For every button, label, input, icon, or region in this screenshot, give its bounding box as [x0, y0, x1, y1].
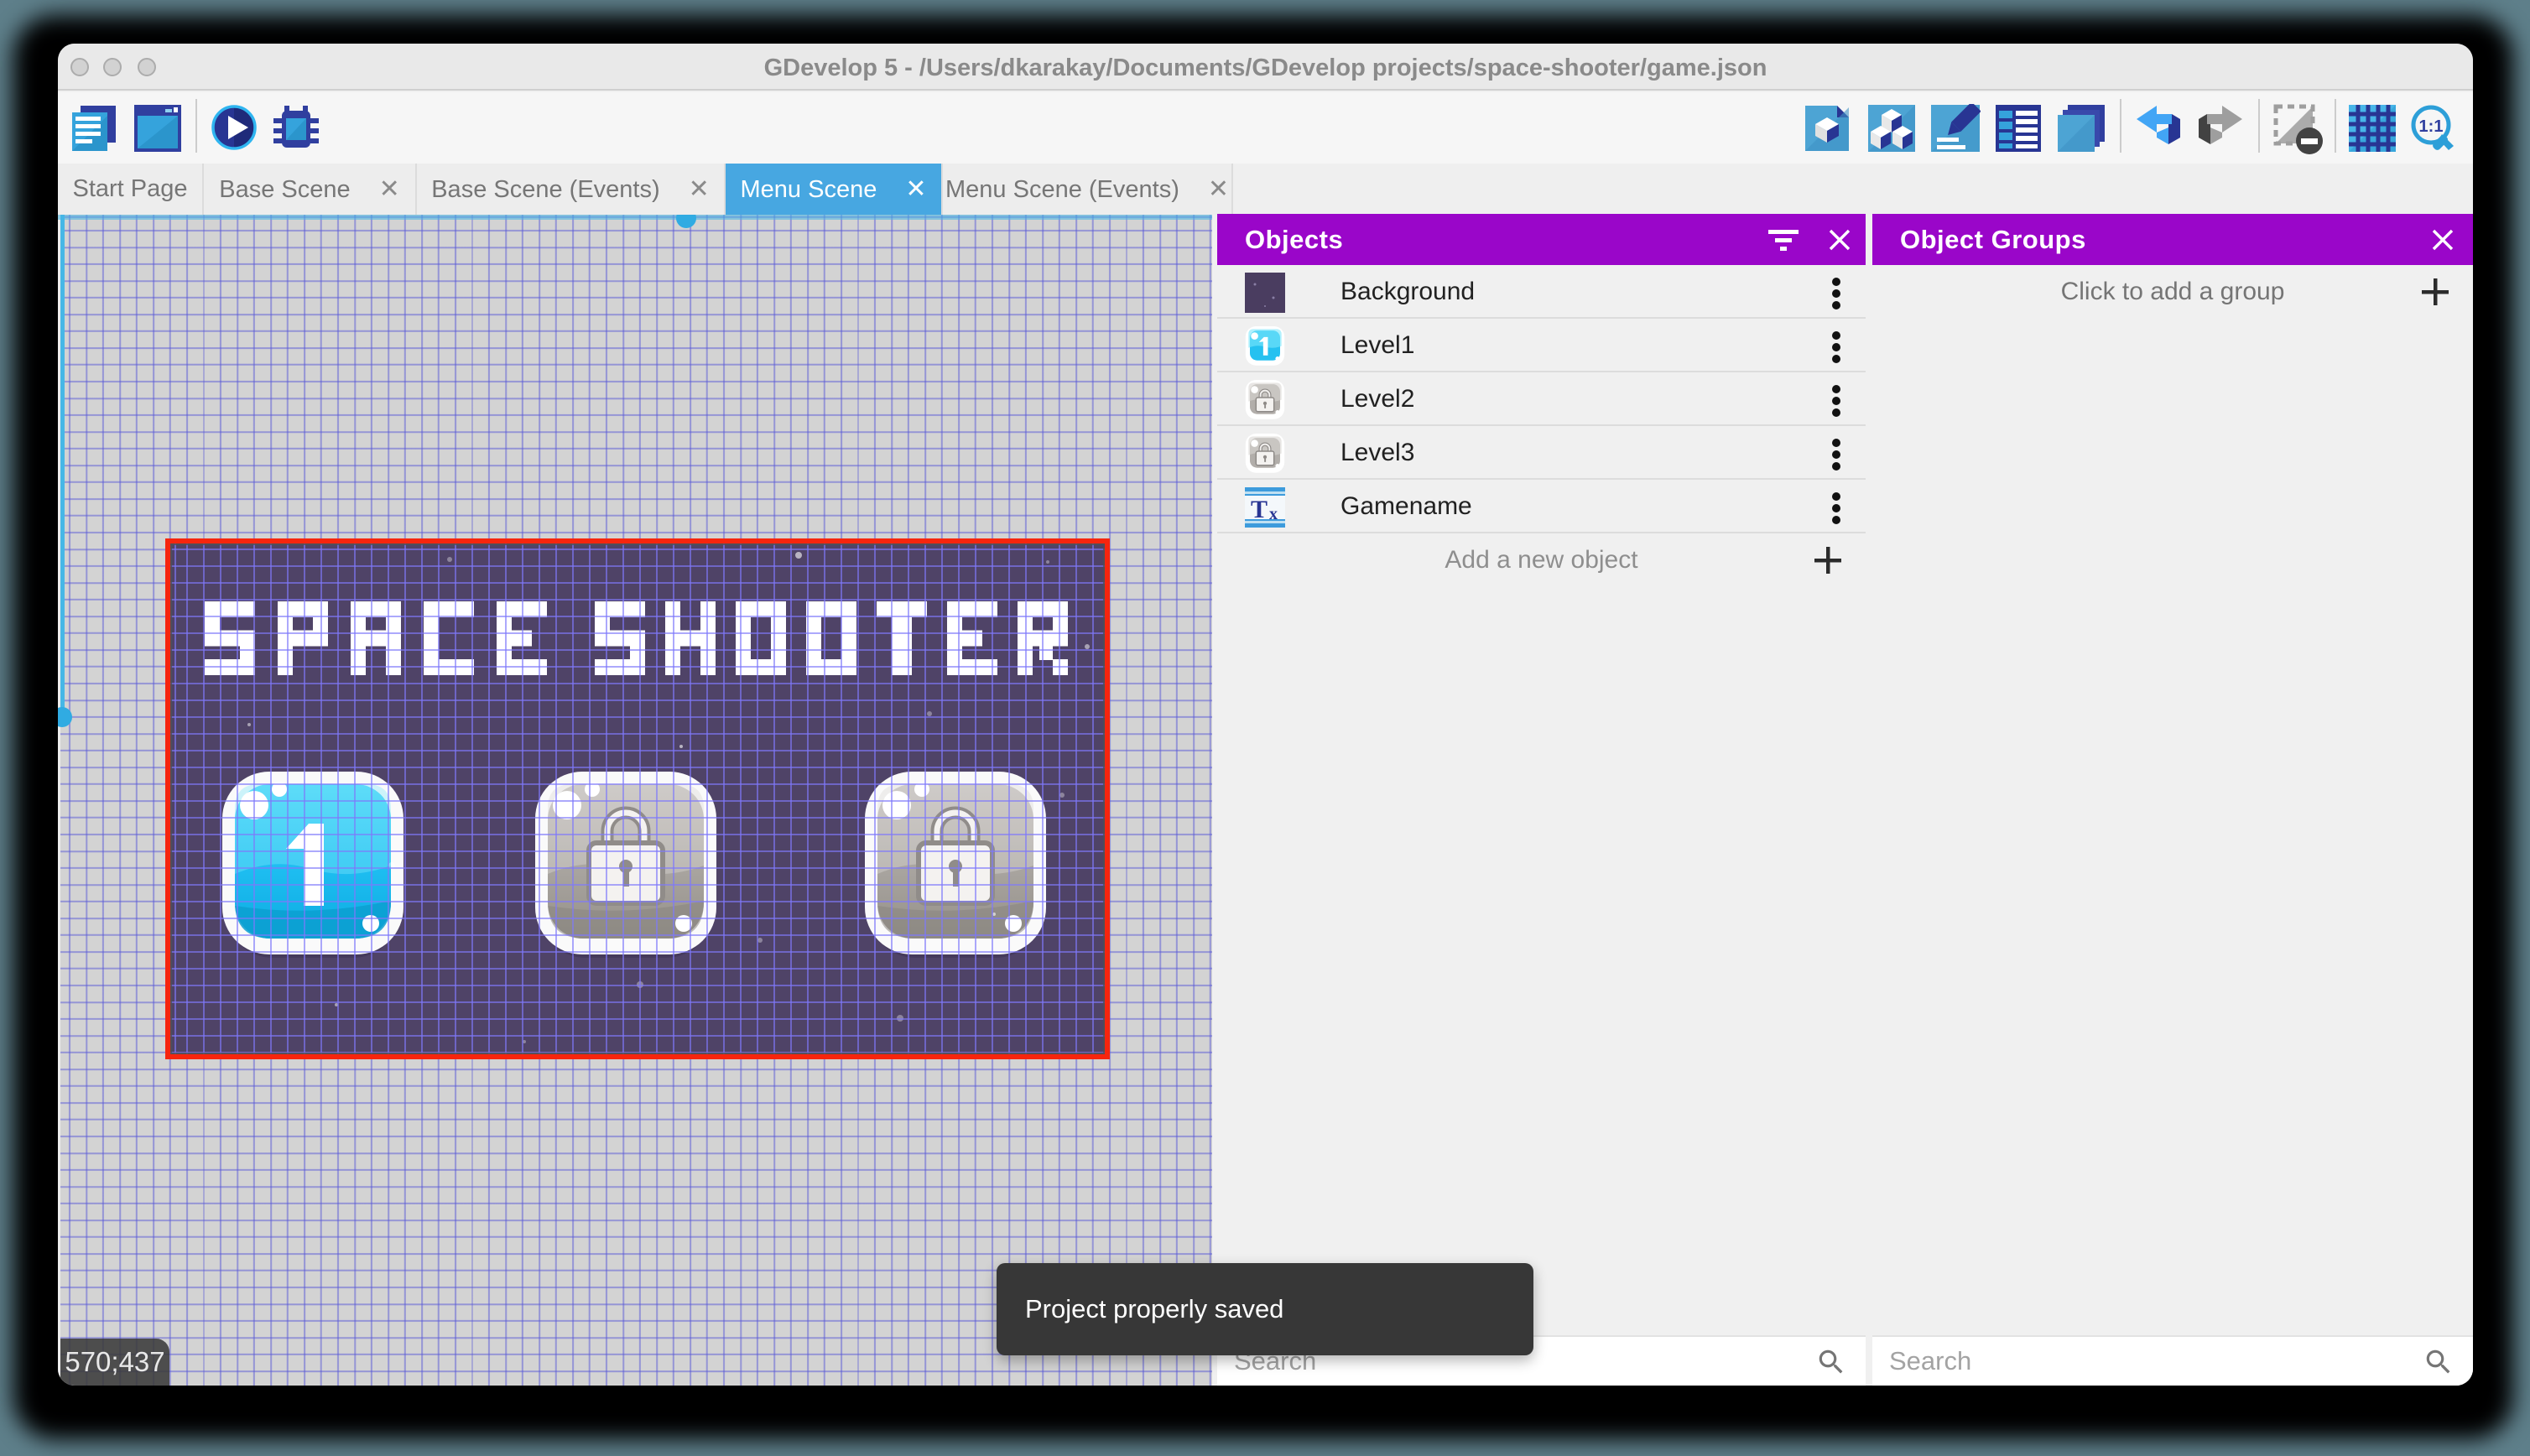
svg-text:T: T: [1251, 496, 1268, 523]
svg-text:1:1: 1:1: [2419, 117, 2444, 136]
svg-text:x: x: [1269, 505, 1278, 523]
